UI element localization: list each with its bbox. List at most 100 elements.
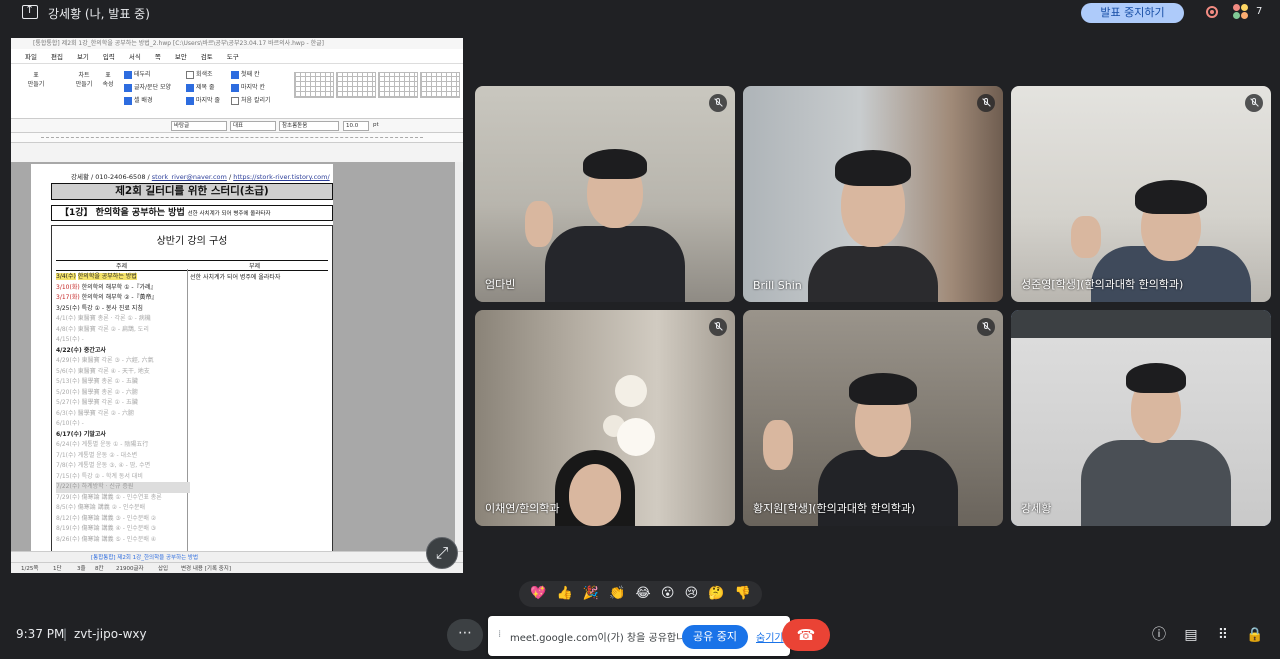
document-tab[interactable]: [통합통합] 제2회 1강_한의학을 공부하는 방법 — [91, 553, 198, 561]
study-banner: 제2회 길터디를 위한 스터디(초급) — [51, 183, 333, 200]
schedule-topic: 傷寒論 講義 ⑤ - 인수분배 ④ — [81, 535, 157, 543]
style-select[interactable]: 바탕글 — [171, 121, 227, 131]
participant-tile[interactable]: 성준영[학생](한의과대학 한의학과) — [1011, 86, 1271, 302]
reaction-heart-icon[interactable]: 💖 — [530, 581, 546, 607]
font-select[interactable]: 참초롬돋움 — [279, 121, 339, 131]
document-tab-bar: [통합통합] 제2회 1강_한의학을 공부하는 방법 — [11, 551, 463, 562]
menu-page[interactable]: 쪽 — [155, 51, 161, 61]
schedule-date: 7/15(수) — [56, 472, 80, 480]
schedule-date: 5/20(수) — [56, 388, 80, 396]
menu-view[interactable]: 보기 — [77, 51, 89, 61]
table-style-2[interactable] — [336, 72, 376, 98]
menu-security[interactable]: 보안 — [175, 51, 187, 61]
status-chars: 21900글자 — [116, 566, 144, 572]
host-controls-icon[interactable]: 🔒 — [1246, 626, 1264, 644]
reaction-party-icon[interactable]: 🎉 — [583, 581, 599, 607]
expand-share-icon[interactable]: ⤢ — [426, 537, 458, 569]
menu-file[interactable]: 파일 — [25, 51, 37, 61]
check-font[interactable]: 글자/문단 모양 — [124, 81, 171, 94]
stop-presenting-button[interactable]: 발표 중지하기 — [1081, 3, 1184, 23]
schedule-row: 4/22(수) 중간고사 — [56, 346, 190, 357]
schedule-date: 3/25(수) — [56, 304, 80, 312]
drag-handle-icon[interactable]: ⁞ — [498, 629, 501, 640]
present-screen-icon — [22, 3, 38, 19]
reaction-thumbs-up-icon[interactable]: 👍 — [556, 581, 572, 607]
table-style-4[interactable] — [420, 72, 460, 98]
reaction-clap-icon[interactable]: 👏 — [609, 581, 625, 607]
recording-icon[interactable] — [1206, 6, 1218, 18]
menu-format[interactable]: 서식 — [129, 51, 141, 61]
participant-name: Brill Shin — [753, 279, 802, 292]
muted-mic-icon — [977, 94, 995, 112]
schedule-row: 6/24(수) 계통별 운동 ① - 陰陽五行 — [56, 440, 190, 451]
participant-tile[interactable]: 황지원[학생](한의과대학 한의학과) — [743, 310, 1003, 526]
check-gray[interactable]: 회색조 — [186, 68, 220, 81]
status-line: 3줄 — [77, 566, 86, 572]
status-track: 변경 내용 [기록 중지] — [181, 566, 232, 572]
vertical-scrollbar[interactable] — [455, 162, 463, 557]
table-style-3[interactable] — [378, 72, 418, 98]
menu-insert[interactable]: 입력 — [103, 51, 115, 61]
schedule-row: 3/10(화) 한의학의 해부학 ① -『가례』 — [56, 283, 190, 294]
reaction-sad-icon[interactable]: 😢 — [685, 581, 699, 607]
schedule-topic: 한의학의 해부학 ② -『黃帝』 — [81, 294, 158, 301]
schedule-date: 7/1(수) — [56, 451, 76, 459]
schedule-row: 7/1(수) 계통별 운동 ② - 대소변 — [56, 451, 190, 462]
status-bar: 1/25쪽 1단 3줄 8칸 21900글자 삽입 변경 내용 [기록 중지] — [11, 562, 463, 573]
schedule-topic: 傷寒論 講義 ④ - 인수분배 ③ — [81, 525, 157, 532]
stop-sharing-button[interactable]: 공유 중지 — [682, 625, 748, 649]
email-link[interactable]: stork_river@naver.com — [152, 173, 227, 181]
table-props-button[interactable]: 표 속성 — [97, 70, 119, 88]
participant-tile[interactable]: 엄다빈 — [475, 86, 735, 302]
check-border[interactable]: 테두리 — [124, 68, 171, 81]
participant-tile[interactable]: 이채연/한의학과 — [475, 310, 735, 526]
self-tile[interactable]: 강세황 — [1011, 310, 1271, 526]
blog-link[interactable]: https://stork-river.tistory.com/ — [233, 173, 329, 181]
check-reset[interactable]: 처음 칼리기 — [231, 94, 271, 107]
meeting-info-icon[interactable]: ⓘ — [1150, 626, 1168, 644]
sharing-message: meet.google.com이(가) 창을 공유합니다. — [510, 633, 698, 644]
participant-tile[interactable]: Brill Shin — [743, 86, 1003, 302]
schedule-topic: 한의학을 공부하는 방법 — [77, 273, 137, 280]
check-title-row[interactable]: 제목 줄 — [186, 81, 220, 94]
muted-mic-icon — [709, 94, 727, 112]
presenter-title: 강세황 (나, 발표 중) — [48, 7, 150, 21]
menu-tools[interactable]: 도구 — [227, 51, 239, 61]
lecture-subtitle: 선한 사치계가 되어 병주에 올라타자 — [187, 211, 271, 217]
header-subtopic: 부제 — [249, 263, 261, 270]
schedule-topic: 東醫寶 각론 ③ - 六經, 六氣 — [81, 357, 154, 364]
check-first-col[interactable]: 첫째 칸 — [231, 68, 271, 81]
menu-review[interactable]: 검토 — [201, 51, 213, 61]
activities-icon[interactable]: ⠿ — [1214, 626, 1232, 644]
schedule-date: 6/17(수) — [56, 430, 82, 438]
leave-call-icon[interactable]: ☎ — [782, 619, 830, 651]
chat-icon[interactable]: ▤ — [1182, 626, 1200, 644]
font-size-input[interactable]: 10.0 — [343, 121, 369, 131]
more-options-icon[interactable]: ⋯ — [447, 619, 483, 651]
schedule-topic: 계통별 운동 ① - 陰陽五行 — [81, 441, 149, 448]
make-chart-button[interactable]: 차트 만들기 — [73, 70, 95, 88]
schedule-topic: 특강 ① - 봉사 진료 지침 — [81, 304, 143, 312]
reaction-thinking-icon[interactable]: 🤔 — [708, 581, 724, 607]
check-cell-bg[interactable]: 셀 배경 — [124, 94, 171, 107]
schedule-date: 6/24(수) — [56, 441, 80, 448]
menu-edit[interactable]: 편집 — [51, 51, 63, 61]
document-ribbon: 표 만들기 차트 만들기 표 속성 테두리 글자/문단 모양 셀 배경 회색조 … — [11, 64, 463, 119]
reaction-surprised-icon[interactable]: 😮 — [661, 581, 675, 607]
document-canvas: 강세황 / 010-2406-6508 / stork_river@naver.… — [11, 162, 463, 573]
schedule-row: 8/12(수) 傷寒論 講義 ③ - 인수분배 ② — [56, 514, 190, 525]
participants-icon[interactable] — [1233, 4, 1249, 20]
reaction-thumbs-down-icon[interactable]: 👎 — [735, 581, 751, 607]
make-table-button[interactable]: 표 만들기 — [25, 70, 47, 88]
table-style-1[interactable] — [294, 72, 334, 98]
reaction-laugh-icon[interactable]: 😂 — [636, 581, 651, 607]
participant-name: 황지원[학생](한의과대학 한의학과) — [753, 502, 916, 515]
schedule-date: 7/29(수) — [56, 493, 80, 501]
schedule-date: 3/4(수) — [56, 273, 76, 280]
participant-name: 강세황 — [1021, 502, 1052, 515]
font-type-select[interactable]: 대표 — [230, 121, 276, 131]
check-last-row[interactable]: 마지막 줄 — [186, 94, 220, 107]
check-last-col[interactable]: 마지막 칸 — [231, 81, 271, 94]
schedule-date: 6/3(수) — [56, 409, 76, 417]
hide-link[interactable]: 숨기기 — [756, 629, 784, 644]
